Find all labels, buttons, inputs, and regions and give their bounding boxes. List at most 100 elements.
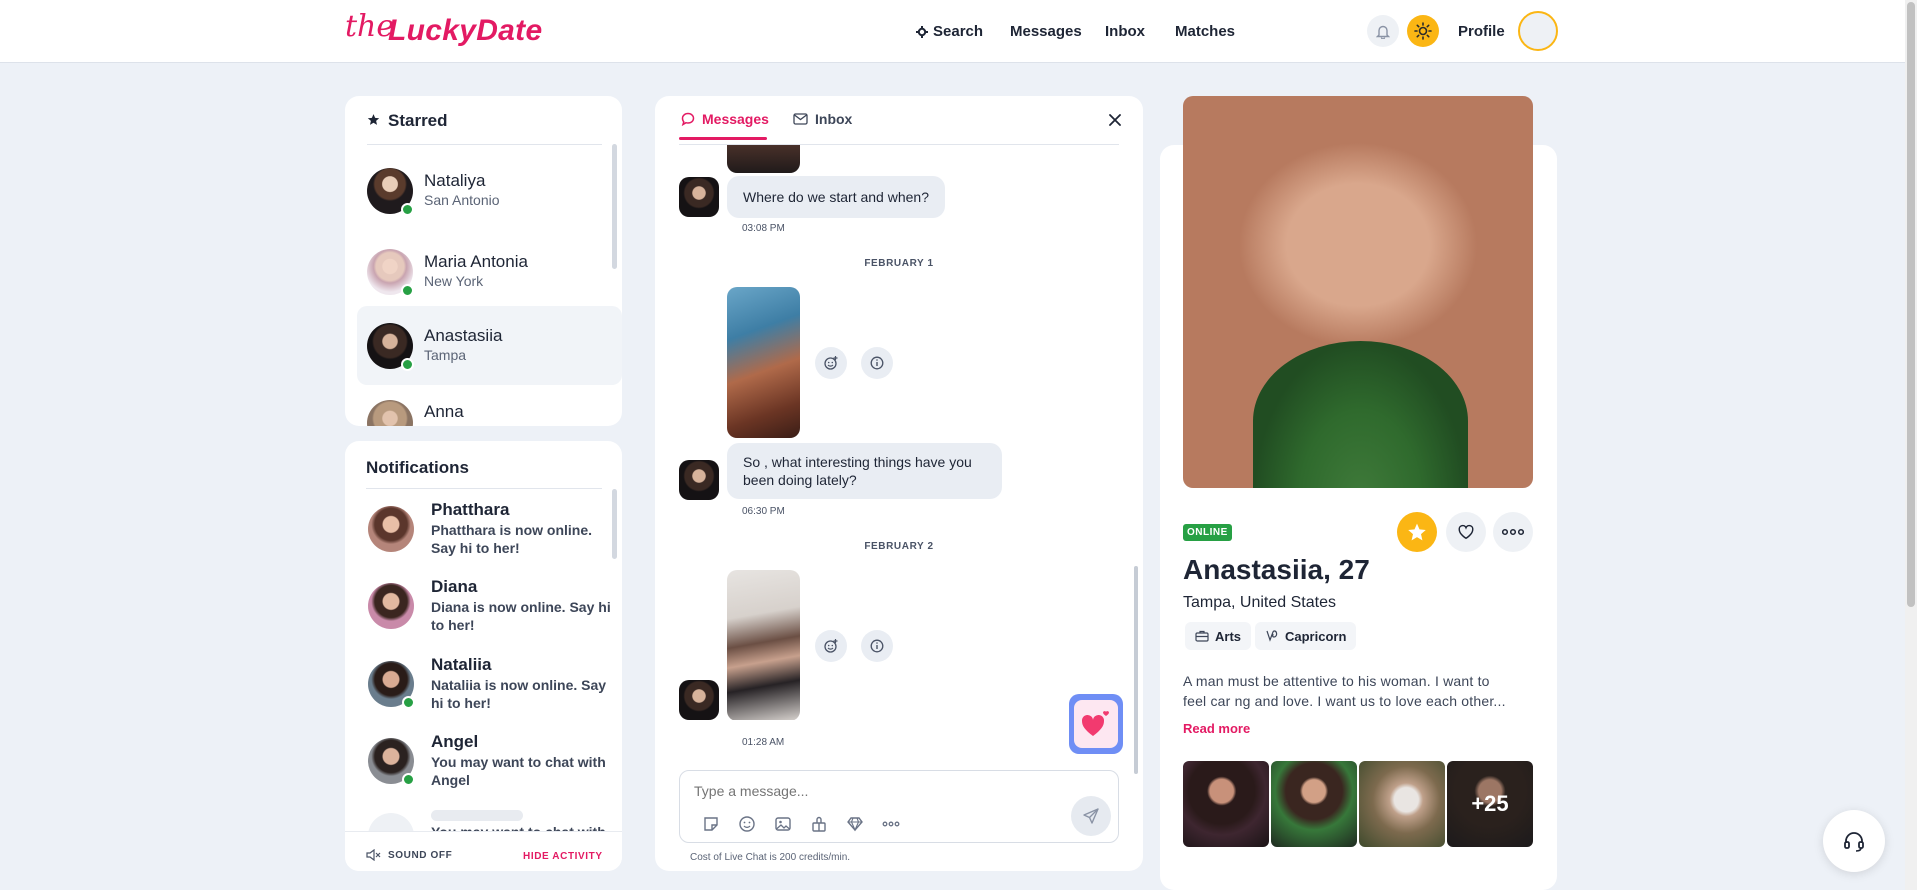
starred-name: Anastasiia bbox=[424, 326, 503, 345]
notification-text: Diana is now online. Say hi bbox=[431, 599, 611, 615]
gallery-more-photos[interactable]: +25 bbox=[1447, 761, 1533, 847]
theme-toggle-button[interactable] bbox=[1407, 15, 1439, 47]
mail-icon bbox=[793, 113, 808, 125]
hide-activity-link[interactable]: HIDE ACTIVITY bbox=[523, 851, 603, 862]
gallery-photo[interactable] bbox=[1359, 761, 1445, 847]
image-icon[interactable] bbox=[774, 815, 792, 833]
profile-main-photo[interactable] bbox=[1183, 96, 1533, 488]
photo-message[interactable] bbox=[727, 287, 800, 438]
hearts-gift-button[interactable] bbox=[1069, 694, 1123, 754]
photo-dress bbox=[1253, 341, 1468, 488]
message-time: 06:30 PM bbox=[742, 506, 785, 517]
nav-search[interactable]: Search bbox=[916, 23, 983, 40]
avatar bbox=[367, 400, 413, 426]
starred-name: Maria Antonia bbox=[424, 252, 528, 271]
notifications-button[interactable] bbox=[1367, 15, 1399, 47]
gallery-photo[interactable] bbox=[1183, 761, 1269, 847]
star-icon bbox=[1408, 523, 1426, 541]
capricorn-icon bbox=[1266, 630, 1278, 642]
starred-item[interactable]: Anna bbox=[357, 386, 607, 426]
like-button[interactable] bbox=[1446, 512, 1486, 552]
online-indicator bbox=[402, 696, 415, 709]
message-input[interactable] bbox=[694, 779, 1074, 803]
info-button[interactable] bbox=[861, 347, 893, 379]
react-button[interactable] bbox=[815, 347, 847, 379]
nav-messages[interactable]: Messages bbox=[1010, 23, 1082, 40]
notification-item[interactable]: Angel You may want to chat with Angel bbox=[345, 723, 615, 799]
message-bubble: Where do we start and when? bbox=[727, 176, 945, 218]
zodiac-tag: Capricorn bbox=[1255, 622, 1357, 650]
logo-prefix[interactable]: the bbox=[345, 9, 394, 44]
message-line: So , what interesting things have you bbox=[743, 454, 972, 470]
read-more-link[interactable]: Read more bbox=[1183, 721, 1250, 736]
nav-matches[interactable]: Matches bbox=[1175, 23, 1235, 40]
nav-inbox[interactable]: Inbox bbox=[1105, 23, 1145, 40]
more-actions-button[interactable] bbox=[1493, 512, 1533, 552]
top-header: the LuckyDate Search Messages Inbox Matc… bbox=[0, 0, 1905, 63]
notification-text: to her! bbox=[431, 617, 475, 633]
profile-bio: A man must be attentive to his woman. I … bbox=[1183, 671, 1506, 711]
send-icon bbox=[1083, 808, 1099, 824]
gift-icon[interactable] bbox=[810, 815, 828, 833]
diamond-icon[interactable] bbox=[846, 815, 864, 833]
notifications-panel: Notifications Phatthara Phatthara is now… bbox=[345, 441, 622, 871]
chat-scrollbar[interactable] bbox=[1134, 566, 1138, 774]
starred-panel: Starred Nataliya San Antonio Maria Anton… bbox=[345, 96, 622, 426]
logo[interactable]: LuckyDate bbox=[388, 14, 542, 48]
divider bbox=[366, 488, 602, 489]
starred-item[interactable]: Maria Antonia New York bbox=[357, 233, 607, 313]
notification-item-loading: You may want to chat with bbox=[345, 799, 615, 831]
starred-scrollbar[interactable] bbox=[612, 144, 617, 269]
tab-inbox[interactable]: Inbox bbox=[793, 111, 852, 127]
date-separator: FEBRUARY 1 bbox=[864, 258, 934, 269]
starred-name: Nataliya bbox=[424, 171, 486, 190]
bio-line: feel car ng and love. I want us to love … bbox=[1183, 693, 1506, 709]
user-avatar[interactable] bbox=[1518, 11, 1558, 51]
support-button[interactable] bbox=[1823, 810, 1885, 872]
starred-item[interactable]: Nataliya San Antonio bbox=[357, 152, 607, 232]
composer-toolbar bbox=[702, 815, 900, 833]
nav-profile[interactable]: Profile bbox=[1458, 23, 1505, 40]
notification-name: Nataliia bbox=[431, 655, 492, 674]
notification-text: You may want to chat with bbox=[431, 754, 606, 770]
starred-item-selected[interactable]: Anastasiia Tampa bbox=[357, 306, 622, 385]
close-icon[interactable] bbox=[1109, 114, 1121, 126]
send-button[interactable] bbox=[1071, 796, 1111, 836]
message-bubble: So , what interesting things have you be… bbox=[727, 443, 1002, 499]
favorite-star-button[interactable] bbox=[1397, 512, 1437, 552]
profile-location: Tampa, United States bbox=[1183, 594, 1336, 611]
sender-avatar[interactable] bbox=[679, 680, 719, 720]
chat-panel: Messages Inbox Where do we start and whe… bbox=[655, 96, 1143, 871]
notification-item[interactable]: Nataliia Nataliia is now online. Say hi … bbox=[345, 646, 615, 722]
notification-item[interactable]: Phatthara Phatthara is now online. Say h… bbox=[345, 491, 615, 567]
tab-inbox-label: Inbox bbox=[815, 111, 853, 127]
heart-icon bbox=[1458, 524, 1474, 540]
photo-message[interactable] bbox=[727, 570, 800, 720]
gallery-photo[interactable] bbox=[1271, 761, 1357, 847]
photo-message[interactable] bbox=[727, 145, 800, 173]
sticker-icon[interactable] bbox=[702, 815, 720, 833]
bio-line: A man must be attentive to his woman. I … bbox=[1183, 673, 1490, 689]
sound-toggle[interactable]: SOUND OFF bbox=[366, 849, 452, 861]
online-indicator bbox=[401, 203, 414, 216]
sun-icon bbox=[1414, 22, 1432, 40]
sender-avatar[interactable] bbox=[679, 460, 719, 500]
info-button[interactable] bbox=[861, 630, 893, 662]
notifications-title: Notifications bbox=[366, 458, 469, 477]
tab-messages[interactable]: Messages bbox=[681, 111, 769, 127]
chat-bubble-icon bbox=[681, 112, 695, 126]
emoji-icon[interactable] bbox=[738, 815, 756, 833]
starred-title: Starred bbox=[388, 111, 448, 130]
interest-tag: Arts bbox=[1185, 622, 1252, 650]
notification-name: Diana bbox=[431, 577, 478, 596]
notification-name: Angel bbox=[431, 732, 479, 751]
zodiac-tag-label: Capricorn bbox=[1285, 628, 1347, 644]
more-options-icon bbox=[1502, 528, 1524, 536]
sender-avatar[interactable] bbox=[679, 177, 719, 217]
page-scrollbar-thumb[interactable] bbox=[1907, 2, 1915, 607]
message-line: been doing lately? bbox=[743, 472, 857, 488]
notification-item[interactable]: Diana Diana is now online. Say hi to her… bbox=[345, 568, 615, 644]
more-options-icon[interactable] bbox=[882, 815, 900, 833]
avatar bbox=[368, 506, 414, 552]
react-button[interactable] bbox=[815, 630, 847, 662]
